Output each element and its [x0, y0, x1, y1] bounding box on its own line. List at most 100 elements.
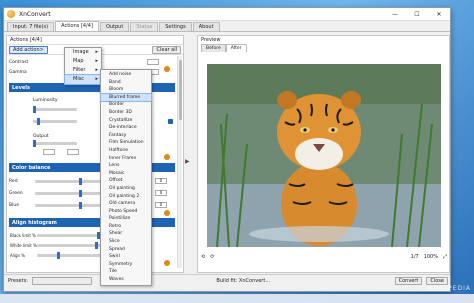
tab-status[interactable]: Status: [130, 22, 159, 31]
menu-item-de-interlace[interactable]: De-interlace: [101, 124, 151, 132]
menu-item-blurred-frame[interactable]: Blurred frame: [100, 92, 152, 103]
align-label: Align %: [10, 252, 26, 258]
contrast-value[interactable]: [147, 59, 159, 65]
convert-button[interactable]: Convert: [394, 276, 423, 285]
luminosity-slider[interactable]: [33, 106, 77, 113]
title-bar: XnConvert — ☐ ✕: [4, 8, 450, 21]
menu-item-shear[interactable]: Shear: [101, 230, 151, 238]
tab-settings[interactable]: Settings: [159, 22, 192, 31]
gamma-row: Gamma: [9, 68, 27, 76]
color-balance-settings-gear-icon[interactable]: [164, 210, 170, 216]
menu-item-swirl[interactable]: Swirl: [101, 253, 151, 261]
expand-arrow-icon[interactable]: ▶: [185, 158, 195, 165]
levels-mid-slider[interactable]: [33, 118, 77, 125]
slider-thumb[interactable]: [95, 242, 98, 249]
menu-item-symmetry[interactable]: Symmetry: [101, 261, 151, 269]
slider-thumb[interactable]: [79, 178, 82, 185]
slider-thumb[interactable]: [57, 252, 60, 259]
slider-thumb[interactable]: [79, 190, 82, 197]
tab-output[interactable]: Output: [99, 22, 130, 31]
levels-enabled-checkbox[interactable]: [168, 119, 173, 124]
scrollbar-thumb[interactable]: [179, 60, 182, 120]
close-button[interactable]: Close: [426, 276, 448, 285]
menu-item-oil-painting-2[interactable]: Oil painting 2: [101, 193, 151, 201]
green-row: Green: [9, 189, 23, 197]
menu-item-mosaic[interactable]: Mosaic: [101, 170, 151, 178]
align-slider[interactable]: [37, 252, 101, 259]
presets-label: Presets:: [8, 277, 28, 284]
menu-item-waves[interactable]: Waves: [101, 276, 151, 284]
menu-item-image[interactable]: Image ▸: [65, 48, 101, 57]
output-slider[interactable]: [33, 140, 77, 147]
align-histogram-settings-gear-icon[interactable]: [164, 260, 170, 266]
blue-label: Blue: [9, 202, 19, 208]
menu-item-inner-frame[interactable]: Inner Frame: [101, 155, 151, 163]
slider-thumb[interactable]: [33, 140, 36, 147]
contrast-label: Contrast: [9, 59, 29, 65]
red-value[interactable]: 0: [155, 178, 167, 184]
menu-item-slice[interactable]: Slice: [101, 238, 151, 246]
menu-item-border[interactable]: Border: [101, 101, 151, 109]
align-histogram-enabled-checkbox[interactable]: [168, 219, 173, 224]
menu-item-pointillize[interactable]: Pointillize: [101, 215, 151, 223]
black-limit-slider[interactable]: [37, 232, 101, 239]
levels-settings-gear-icon[interactable]: [164, 154, 170, 160]
preview-image: [207, 64, 441, 247]
slider-thumb[interactable]: [33, 106, 36, 113]
output-label: Output: [33, 133, 49, 139]
menu-item-film-simulation[interactable]: Film Simulation: [101, 139, 151, 147]
tab-actions[interactable]: Actions [4/4]: [55, 21, 99, 31]
clear-all-button[interactable]: Clear all: [152, 45, 181, 54]
minimize-button[interactable]: —: [384, 8, 406, 21]
rotate-left-icon[interactable]: ⟲: [201, 254, 205, 260]
slider-thumb[interactable]: [79, 202, 82, 209]
fit-icon[interactable]: ⤢: [443, 254, 447, 260]
menu-item-map[interactable]: Map ▸: [65, 57, 101, 66]
menu-item-retro[interactable]: Retro: [101, 223, 151, 231]
presets-select[interactable]: [31, 276, 92, 285]
menu-item-border-3d[interactable]: Border 3D: [101, 109, 151, 117]
black-limit-row: Black limit %: [10, 231, 36, 239]
contrast-settings-gear-icon[interactable]: [164, 66, 170, 72]
menu-item-spread[interactable]: Spread: [101, 246, 151, 254]
menu-item-tile[interactable]: Tile: [101, 268, 151, 276]
tab-about[interactable]: About: [192, 22, 220, 31]
menu-item-halftone[interactable]: Halftone: [101, 147, 151, 155]
menu-item-misc[interactable]: Misc ▸: [64, 74, 102, 85]
close-window-button[interactable]: ✕: [428, 8, 450, 21]
green-value[interactable]: 0: [155, 190, 167, 196]
add-action-button[interactable]: Add action>: [9, 45, 48, 54]
menu-item-lens[interactable]: Lens: [101, 162, 151, 170]
tab-input[interactable]: Input: 7 file(s): [7, 22, 55, 31]
menu-item-oil-painting[interactable]: Oil painting: [101, 185, 151, 193]
main-tabs: Input: 7 file(s) Actions [4/4] Output St…: [4, 21, 450, 32]
output-max-value[interactable]: [67, 149, 79, 155]
tab-after[interactable]: After: [225, 44, 247, 52]
blue-value[interactable]: 0: [155, 202, 167, 208]
slider-thumb[interactable]: [37, 118, 40, 125]
menu-item-add-noise[interactable]: Add noise: [101, 71, 151, 79]
menu-item-old-camera[interactable]: Old camera: [101, 200, 151, 208]
maximize-button[interactable]: ☐: [406, 8, 428, 21]
rotate-right-icon[interactable]: ⟳: [210, 254, 214, 260]
zoom-level[interactable]: 100%: [424, 254, 438, 260]
menu-item-filter[interactable]: Filter ▸: [65, 66, 101, 75]
menu-item-band[interactable]: Band: [101, 79, 151, 87]
menu-item-offset[interactable]: Offset: [101, 177, 151, 185]
menu-item-crystallize[interactable]: Crystallize: [101, 117, 151, 125]
actions-scrollbar[interactable]: [177, 56, 182, 268]
white-limit-label: White limit %: [10, 242, 37, 248]
red-row: Red: [9, 177, 18, 185]
black-limit-label: Black limit %: [10, 232, 36, 238]
white-limit-slider[interactable]: [37, 242, 101, 249]
menu-item-bloom[interactable]: Bloom: [101, 86, 151, 94]
gamma-label: Gamma: [9, 69, 27, 75]
preview-footer: ⟲ ⟳ 1/7 100% ⤢: [201, 253, 447, 261]
color-balance-enabled-checkbox[interactable]: [168, 164, 173, 169]
menu-item-photo-speed[interactable]: Photo Speed: [101, 208, 151, 216]
tab-before[interactable]: Before: [201, 44, 226, 52]
green-label: Green: [9, 190, 23, 196]
white-limit-row: White limit %: [10, 241, 37, 249]
output-min-value[interactable]: [43, 149, 55, 155]
menu-item-fantasy[interactable]: Fantasy: [101, 132, 151, 140]
